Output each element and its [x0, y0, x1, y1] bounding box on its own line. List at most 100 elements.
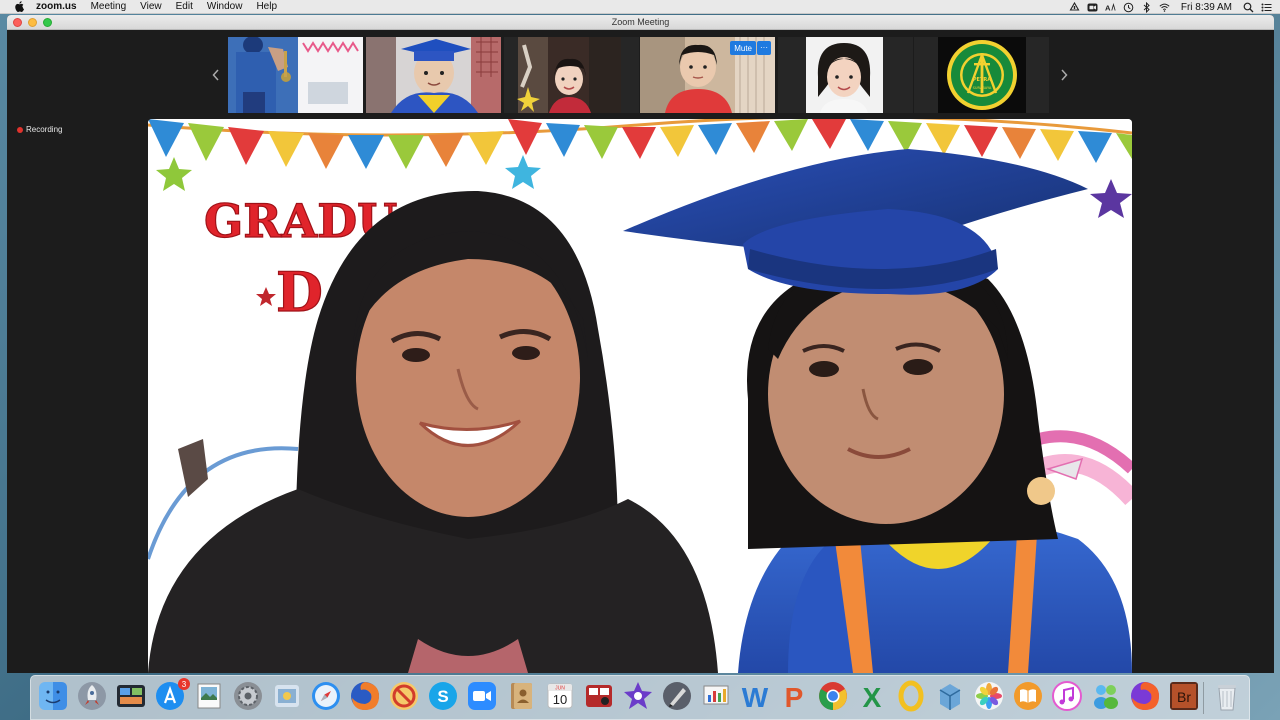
zoom-meeting-window: Zoom Meeting Mute ··· PETRA SURABAYA Rec…	[7, 15, 1274, 673]
dock-skype[interactable]: S	[427, 680, 459, 712]
dock-powerpoint[interactable]: P	[778, 680, 810, 712]
pen-icon	[663, 682, 691, 710]
mute-participant-button[interactable]: Mute	[730, 41, 756, 55]
petra-school-logo: PETRA SURABAYA	[938, 37, 1026, 113]
dock-trash[interactable]	[1211, 680, 1243, 712]
timer-icon[interactable]	[1123, 2, 1134, 13]
menu-meeting[interactable]: Meeting	[91, 1, 127, 12]
dock-photo-booth-red[interactable]	[583, 680, 615, 712]
dock-calendar[interactable]: JUN 10	[544, 680, 576, 712]
no-entry-icon	[390, 682, 418, 710]
more-options-button[interactable]: ···	[757, 41, 771, 55]
firefox-icon	[351, 682, 379, 710]
dock-zoom[interactable]	[466, 680, 498, 712]
speaker-video-frame: GRADUA D	[148, 119, 1132, 673]
svg-text:X: X	[863, 682, 882, 712]
upload-icon[interactable]	[1069, 1, 1080, 13]
dock-archive[interactable]	[934, 680, 966, 712]
dock-preview[interactable]	[193, 680, 225, 712]
menu-edit[interactable]: Edit	[176, 1, 193, 12]
active-speaker-video[interactable]: GRADUA D	[148, 119, 1132, 673]
menu-app-name[interactable]: zoom.us	[36, 1, 77, 12]
dock: 3 S JUN 10 W P X Br	[30, 675, 1250, 720]
logo-word: PETRA	[973, 77, 991, 83]
imovie-star-icon	[624, 682, 652, 709]
participant-video-6[interactable]: PETRA SURABAYA	[914, 37, 1049, 113]
dock-photo-booth[interactable]	[271, 680, 303, 712]
word-icon: W	[742, 682, 769, 712]
text-input-icon[interactable]: A	[1105, 2, 1116, 13]
fullscreen-window-button[interactable]	[43, 18, 52, 27]
book-icon	[1014, 682, 1042, 710]
gallery-strip: Mute ··· PETRA SURABAYA	[7, 36, 1274, 114]
dock-bridge[interactable]: Br	[1168, 680, 1200, 712]
chrome-icon	[819, 682, 847, 710]
participant-video-3[interactable]	[504, 37, 639, 113]
dock-firefox-2[interactable]	[1129, 680, 1161, 712]
photos-flower-icon	[975, 682, 1003, 710]
menu-window[interactable]: Window	[207, 1, 243, 12]
dock-ibooks[interactable]	[1012, 680, 1044, 712]
bridge-icon: Br	[1170, 682, 1198, 710]
dock-firefox[interactable]	[349, 680, 381, 712]
mission-control-icon	[117, 685, 145, 707]
dock-keynote[interactable]	[700, 680, 732, 712]
safari-compass-icon	[312, 682, 340, 710]
photo-booth-icon	[586, 685, 612, 707]
zoom-icon	[468, 682, 496, 710]
bluetooth-icon[interactable]	[1141, 1, 1152, 13]
zoom-status-icon[interactable]	[1087, 2, 1098, 13]
dock-mission-control[interactable]	[115, 680, 147, 712]
svg-text:A: A	[1105, 3, 1111, 12]
window-title: Zoom Meeting	[611, 17, 670, 27]
dock-no-entry[interactable]	[388, 680, 420, 712]
preview-icon	[197, 683, 221, 709]
close-window-button[interactable]	[13, 18, 22, 27]
app-store-badge: 3	[178, 678, 190, 690]
menu-view[interactable]: View	[140, 1, 162, 12]
apple-menu-icon[interactable]	[12, 0, 26, 14]
dock-chrome[interactable]	[817, 680, 849, 712]
dock-system-preferences[interactable]	[232, 680, 264, 712]
dock-word[interactable]: W	[739, 680, 771, 712]
dock-outlook[interactable]	[895, 680, 927, 712]
dock-script-editor[interactable]	[661, 680, 693, 712]
menu-help[interactable]: Help	[256, 1, 277, 12]
dock-finder[interactable]	[37, 680, 69, 712]
dock-excel[interactable]: X	[856, 680, 888, 712]
dock-photos[interactable]	[973, 680, 1005, 712]
participant-video-1[interactable]	[228, 37, 363, 113]
launchpad-rocket-icon	[78, 682, 106, 710]
recording-indicator[interactable]: Recording	[17, 125, 62, 134]
participant-video-2[interactable]	[366, 37, 501, 113]
notification-center-icon[interactable]	[1261, 2, 1272, 13]
gallery-prev-button[interactable]	[209, 66, 223, 84]
wifi-icon[interactable]	[1159, 2, 1170, 13]
window-titlebar[interactable]: Zoom Meeting	[7, 15, 1274, 30]
outlook-icon	[898, 680, 924, 712]
gallery-next-button[interactable]	[1057, 66, 1071, 84]
recording-label: Recording	[26, 125, 63, 134]
archive-box-icon	[939, 684, 961, 710]
participant-video-4[interactable]: Mute ···	[640, 37, 775, 113]
dock-launchpad[interactable]	[76, 680, 108, 712]
svg-text:Br: Br	[1177, 689, 1191, 705]
dock-app-store[interactable]: 3	[154, 678, 190, 712]
dock-safari[interactable]	[310, 680, 342, 712]
contacts-book-icon	[511, 683, 532, 709]
music-note-icon	[1052, 681, 1082, 711]
excel-icon: X	[863, 682, 882, 712]
dock-contacts[interactable]	[505, 680, 537, 712]
menubar-clock[interactable]: Fri 8:39 AM	[1181, 2, 1232, 13]
spotlight-search-icon[interactable]	[1243, 2, 1254, 13]
recording-dot-icon	[17, 126, 23, 133]
dock-itunes[interactable]	[1051, 680, 1083, 712]
menu-bar: zoom.us Meeting View Edit Window Help A …	[0, 0, 1280, 14]
minimize-window-button[interactable]	[28, 18, 37, 27]
dock-messenger[interactable]	[1090, 680, 1122, 712]
calendar-date: 10	[553, 692, 567, 707]
powerpoint-icon: P	[785, 682, 804, 712]
svg-text:S: S	[437, 687, 448, 706]
dock-imovie[interactable]	[622, 680, 654, 712]
participant-video-5[interactable]	[778, 37, 913, 113]
